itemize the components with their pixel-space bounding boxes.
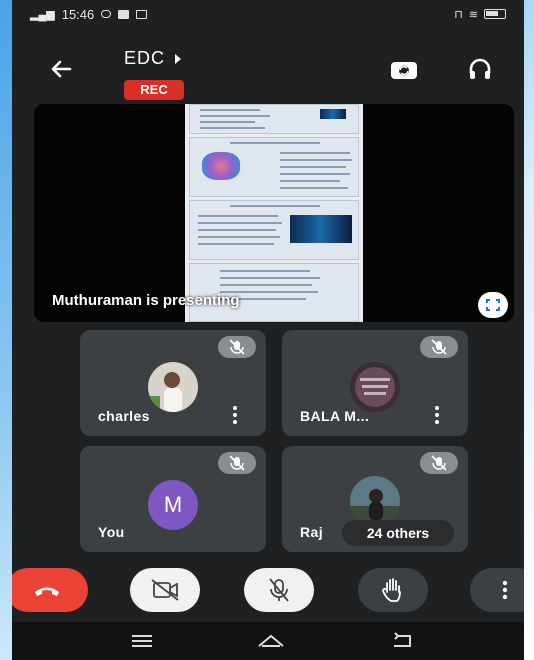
system-nav-bar: [12, 622, 524, 660]
fullscreen-icon: [486, 299, 500, 311]
mic-off-indicator: [218, 452, 256, 474]
vibrate-icon: ⊓: [454, 8, 463, 21]
chevron-right-icon: [175, 53, 182, 64]
more-vert-icon[interactable]: [434, 406, 440, 428]
participant-name: charles: [98, 408, 150, 424]
headphones-icon[interactable]: [467, 56, 493, 82]
raise-hand-button[interactable]: [358, 568, 428, 612]
presenter-label: Muthuraman is presenting: [52, 292, 240, 309]
volte-icon: ≋: [468, 8, 478, 21]
switch-camera-icon[interactable]: [389, 58, 419, 82]
more-vert-icon: [502, 580, 508, 600]
participant-tile[interactable]: charles: [80, 330, 266, 436]
back-arrow-icon[interactable]: [46, 54, 76, 84]
participant-tile[interactable]: BALA M...: [282, 330, 468, 436]
battery-icon: [484, 9, 506, 19]
mic-toggle-button[interactable]: [244, 568, 314, 612]
mic-off-indicator: [420, 336, 458, 358]
hand-icon: [382, 578, 401, 602]
recent-apps-icon[interactable]: [130, 632, 154, 650]
meeting-title-button[interactable]: EDC: [124, 48, 182, 69]
end-call-icon: [35, 587, 59, 596]
end-call-button[interactable]: [12, 568, 88, 612]
doc-page: [189, 137, 359, 197]
participant-name: You: [98, 524, 125, 540]
shared-screen: [185, 104, 363, 322]
recording-badge: REC: [124, 80, 184, 100]
self-tile[interactable]: M You: [80, 446, 266, 552]
mic-off-indicator: [218, 336, 256, 358]
notification-icon: [136, 9, 148, 19]
message-icon: [118, 9, 130, 19]
call-controls: [12, 568, 524, 616]
participant-name: BALA M...: [300, 408, 370, 424]
participant-name: Raj: [300, 524, 323, 540]
avatar: [350, 362, 400, 412]
avatar: [350, 476, 400, 526]
back-icon[interactable]: [390, 632, 416, 650]
mic-off-icon: [229, 339, 245, 355]
more-options-button[interactable]: [470, 568, 524, 612]
mic-off-indicator: [420, 452, 458, 474]
camera-toggle-button[interactable]: [130, 568, 200, 612]
home-icon[interactable]: [256, 632, 286, 650]
doc-page: [189, 104, 359, 134]
mic-off-icon: [269, 578, 289, 602]
meeting-screen: ▂▄▆ 15:46 ⊓ ≋ EDC REC Muthuraman is pres…: [12, 0, 524, 660]
camera-off-icon: [151, 579, 179, 601]
others-count-badge[interactable]: 24 others: [342, 520, 454, 546]
participant-tile[interactable]: Raj 24 others: [282, 446, 468, 552]
meeting-title: EDC: [124, 48, 166, 68]
sync-icon: [101, 10, 112, 18]
avatar: [148, 362, 198, 412]
presentation-tile[interactable]: Muthuraman is presenting: [34, 104, 514, 322]
fullscreen-button[interactable]: [478, 292, 508, 318]
more-vert-icon[interactable]: [232, 406, 238, 428]
status-bar: ▂▄▆ 15:46 ⊓ ≋: [12, 0, 524, 28]
signal-icon: ▂▄▆: [30, 8, 55, 21]
doc-page: [189, 200, 359, 260]
mic-off-icon: [431, 455, 447, 471]
mic-off-icon: [431, 339, 447, 355]
mic-off-icon: [229, 455, 245, 471]
status-time: 15:46: [61, 6, 95, 22]
meeting-header: EDC REC: [12, 40, 524, 100]
avatar: M: [148, 480, 198, 530]
